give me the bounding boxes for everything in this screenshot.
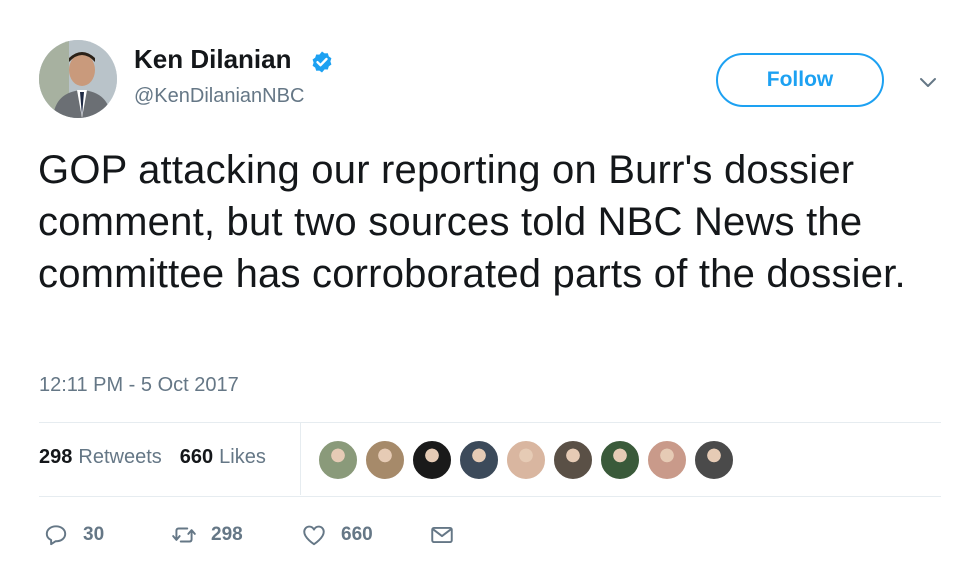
divider bbox=[39, 422, 941, 423]
reply-button[interactable]: 30 bbox=[43, 522, 171, 548]
retweet-icon bbox=[172, 527, 196, 543]
reply-icon bbox=[45, 525, 67, 546]
liker-avatar[interactable] bbox=[553, 440, 593, 480]
direct-message-button[interactable] bbox=[429, 522, 455, 548]
tweet-actions: 30 298 660 bbox=[43, 522, 455, 548]
liker-avatar[interactable] bbox=[647, 440, 687, 480]
tweet-timestamp[interactable]: 12:11 PM - 5 Oct 2017 bbox=[39, 374, 239, 397]
avatar[interactable] bbox=[39, 40, 117, 118]
avatar-photo bbox=[39, 40, 117, 118]
follow-button[interactable]: Follow bbox=[716, 53, 884, 107]
engagement-stats: 298 Retweets 660 Likes bbox=[39, 446, 266, 469]
likes-stat[interactable]: 660 Likes bbox=[180, 446, 266, 469]
retweets-stat[interactable]: 298 Retweets bbox=[39, 446, 162, 469]
retweet-count: 298 bbox=[211, 524, 243, 545]
tweet-card: Ken Dilanian @KenDilanianNBC Follow GOP … bbox=[0, 0, 980, 577]
like-count: 660 bbox=[341, 524, 373, 545]
liker-avatar[interactable] bbox=[600, 440, 640, 480]
verified-badge-icon bbox=[312, 51, 332, 73]
user-handle[interactable]: @KenDilanianNBC bbox=[134, 83, 304, 109]
display-name[interactable]: Ken Dilanian bbox=[134, 44, 291, 74]
retweet-button[interactable]: 298 bbox=[171, 522, 301, 548]
likes-stat-label: Likes bbox=[219, 446, 266, 468]
liker-avatar[interactable] bbox=[412, 440, 452, 480]
retweets-stat-count: 298 bbox=[39, 446, 73, 468]
stats-divider bbox=[300, 423, 301, 495]
liker-avatar[interactable] bbox=[459, 440, 499, 480]
envelope-icon bbox=[431, 526, 453, 544]
retweets-stat-label: Retweets bbox=[78, 446, 162, 468]
like-button[interactable]: 660 bbox=[301, 522, 429, 548]
liker-avatar[interactable] bbox=[694, 440, 734, 480]
tweet-text: GOP attacking our reporting on Burr's do… bbox=[38, 148, 906, 296]
liker-avatar[interactable] bbox=[365, 440, 405, 480]
divider bbox=[39, 496, 941, 497]
liker-avatar[interactable] bbox=[506, 440, 546, 480]
liker-avatar[interactable] bbox=[318, 440, 358, 480]
likes-stat-count: 660 bbox=[179, 446, 214, 468]
likers-avatars bbox=[318, 440, 741, 480]
reply-count: 30 bbox=[83, 524, 105, 545]
chevron-down-icon[interactable] bbox=[916, 70, 940, 94]
heart-icon bbox=[303, 525, 325, 546]
